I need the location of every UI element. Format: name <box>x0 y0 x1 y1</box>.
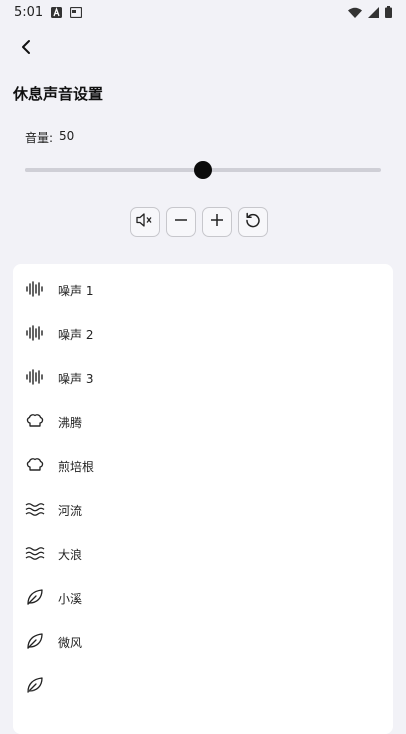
list-item-label: 噪声 1 <box>58 284 94 298</box>
waveform-icon <box>25 324 45 342</box>
page-title: 休息声音设置 <box>13 85 104 103</box>
list-item[interactable] <box>13 663 393 707</box>
status-bar: 5:01 <box>0 0 406 24</box>
list-item[interactable]: 沸腾 <box>13 399 393 443</box>
volume-readout: 音量: 50 <box>25 129 74 146</box>
list-item-label: 噪声 3 <box>58 372 94 386</box>
slider-fill <box>25 168 203 172</box>
status-time: 5:01 <box>14 4 44 20</box>
sound-list: 噪声 1 噪声 2 噪声 3 沸腾煎培根河流大浪小溪微风 <box>13 264 393 734</box>
volume-slider[interactable] <box>25 160 381 180</box>
list-item-label: 小溪 <box>58 592 83 606</box>
waves-icon <box>25 500 45 518</box>
font-a-icon <box>51 6 63 18</box>
list-item[interactable]: 噪声 3 <box>13 355 393 399</box>
volume-up-button[interactable] <box>202 207 232 237</box>
leaf-icon <box>25 632 45 650</box>
leaf-icon <box>25 676 45 694</box>
list-item[interactable]: 煎培根 <box>13 443 393 487</box>
keyboard-icon <box>70 6 83 18</box>
plus-icon <box>209 212 225 232</box>
list-item-label: 大浪 <box>58 548 83 562</box>
wifi-icon <box>348 7 362 18</box>
volume-value: 50 <box>59 129 75 143</box>
list-item-label: 噪声 2 <box>58 328 94 342</box>
cell-signal-icon <box>368 6 379 18</box>
minus-icon <box>173 212 189 232</box>
reset-button[interactable] <box>238 207 268 237</box>
list-item[interactable]: 小溪 <box>13 575 393 619</box>
reset-icon <box>244 211 262 233</box>
mute-button[interactable] <box>130 207 160 237</box>
volume-controls <box>130 207 268 237</box>
volume-down-button[interactable] <box>166 207 196 237</box>
chef-hat-icon <box>25 456 45 474</box>
list-item[interactable]: 大浪 <box>13 531 393 575</box>
waves-icon <box>25 544 45 562</box>
leaf-icon <box>25 588 45 606</box>
list-item-label: 河流 <box>58 504 83 518</box>
chef-hat-icon <box>25 412 45 430</box>
list-item-label: 沸腾 <box>58 416 83 430</box>
slider-thumb[interactable] <box>194 161 212 179</box>
list-item-label: 煎培根 <box>58 460 95 474</box>
list-item[interactable]: 噪声 1 <box>13 267 393 311</box>
battery-icon <box>385 6 392 18</box>
chevron-left-icon <box>20 39 32 59</box>
list-item[interactable]: 河流 <box>13 487 393 531</box>
waveform-icon <box>25 368 45 386</box>
back-button[interactable] <box>12 35 40 63</box>
status-right <box>348 6 392 18</box>
list-item[interactable]: 噪声 2 <box>13 311 393 355</box>
list-item[interactable]: 微风 <box>13 619 393 663</box>
list-item-label: 微风 <box>58 636 83 650</box>
speaker-mute-icon <box>135 212 155 232</box>
waveform-icon <box>25 280 45 298</box>
volume-label: 音量: <box>25 131 54 145</box>
status-left: 5:01 <box>14 4 83 20</box>
